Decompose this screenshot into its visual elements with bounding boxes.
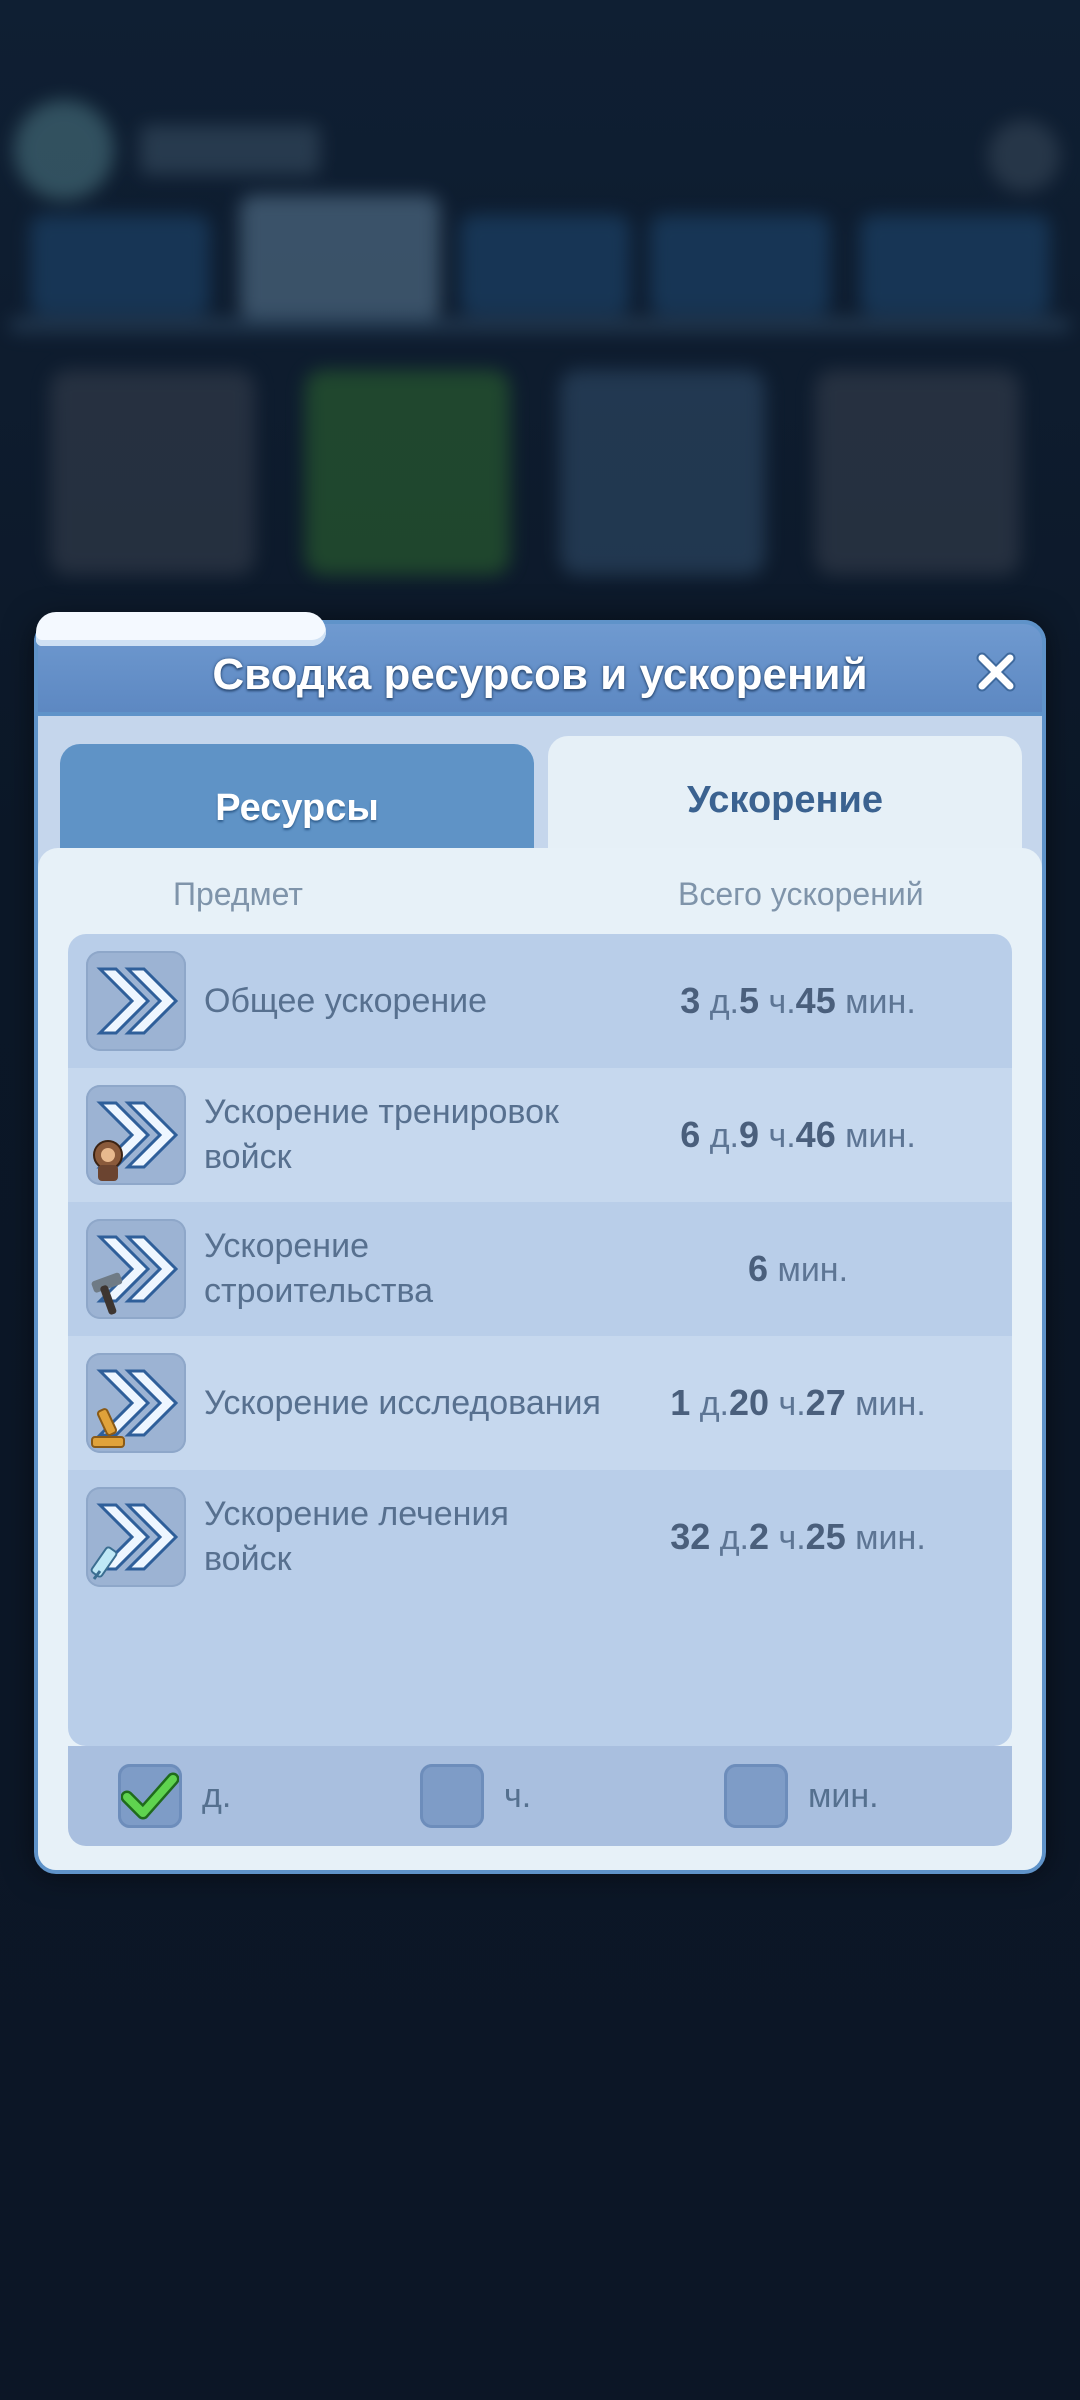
row-item-name: Ускорение лечения войск (204, 1495, 509, 1578)
background-tab (30, 215, 210, 315)
row-item-name: Ускорение исследования (204, 1383, 601, 1422)
speedup-table: Общее ускорение 3 д.5 ч.45 мин. Ускорени… (68, 934, 1012, 1746)
filter-days[interactable]: д. (118, 1764, 231, 1828)
tab-content: Предмет Всего ускорений Общее ускорение … (38, 848, 1042, 1870)
column-header-item: Предмет (173, 876, 303, 912)
training-speedup-icon (86, 1085, 186, 1185)
dialog-title: Сводка ресурсов и ускорений (212, 650, 868, 699)
days-checkbox[interactable] (118, 1764, 182, 1828)
background-corner-button (988, 120, 1060, 192)
row-item-name: Общее ускорение (204, 981, 488, 1020)
row-total-value: 32 д.2 ч.25 мин. (670, 1516, 926, 1557)
background-item-tile (560, 370, 765, 575)
filter-label: ч. (504, 1776, 532, 1815)
unit-filter-bar: д. ч. мин. (68, 1746, 1012, 1846)
background-item-tile (815, 370, 1020, 575)
table-row: Общее ускорение 3 д.5 ч.45 мин. (68, 934, 1012, 1068)
healing-speedup-icon (86, 1487, 186, 1587)
background-tab (860, 215, 1050, 315)
tab-resources[interactable]: Ресурсы (60, 744, 534, 854)
speedup-summary-dialog: Сводка ресурсов и ускорений Ресурсы Уско… (34, 612, 1046, 1874)
row-total-value: 3 д.5 ч.45 мин. (680, 980, 916, 1021)
background-avatar (14, 100, 114, 200)
close-icon (976, 652, 1016, 692)
close-button[interactable] (970, 646, 1022, 698)
table-row: Ускорение исследования 1 д.20 ч.27 мин. (68, 1336, 1012, 1470)
filter-label: мин. (808, 1776, 879, 1815)
background-item-tile (50, 370, 255, 575)
filter-hours[interactable]: ч. (420, 1764, 531, 1828)
construction-speedup-icon (86, 1219, 186, 1319)
table-row: Ускорение тренировок войск 6 д.9 ч.46 ми… (68, 1068, 1012, 1202)
background-tab (240, 195, 440, 320)
background-item-tile (305, 370, 510, 575)
background-divider (10, 318, 1070, 332)
filter-minutes[interactable]: мин. (724, 1764, 879, 1828)
row-item-name: Ускорение тренировок войск (204, 1093, 559, 1176)
general-speedup-icon (86, 951, 186, 1051)
row-total-value: 1 д.20 ч.27 мин. (670, 1382, 926, 1423)
hours-checkbox[interactable] (420, 1764, 484, 1828)
table-row: Ускорение лечения войск 32 д.2 ч.25 мин. (68, 1470, 1012, 1604)
table-row: Ускорение строительства 6 мин. (68, 1202, 1012, 1336)
tab-speedups[interactable]: Ускорение (548, 736, 1022, 854)
background-title (140, 125, 320, 175)
snow-decoration (36, 612, 326, 646)
checkmark-icon (121, 1772, 179, 1820)
background-tab (460, 215, 630, 315)
minutes-checkbox[interactable] (724, 1764, 788, 1828)
research-speedup-icon (86, 1353, 186, 1453)
row-item-name: Ускорение строительства (204, 1227, 434, 1310)
row-total-value: 6 д.9 ч.46 мин. (680, 1114, 916, 1155)
column-header-total: Всего ускорений (678, 876, 924, 912)
filter-label: д. (202, 1776, 232, 1815)
dialog-header: Сводка ресурсов и ускорений (34, 612, 1046, 716)
background-tab (650, 215, 830, 315)
row-total-value: 6 мин. (747, 1248, 849, 1289)
